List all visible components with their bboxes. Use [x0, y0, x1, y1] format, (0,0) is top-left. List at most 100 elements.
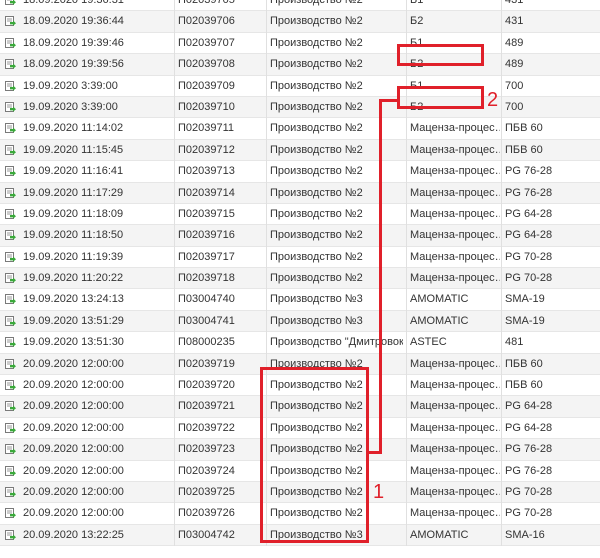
- grade-cell: PG 70-28: [505, 272, 553, 285]
- number-cell: П02039712: [178, 143, 235, 156]
- table-row[interactable]: 19.09.2020 11:16:41 П02039713 Производство…: [0, 161, 600, 183]
- grade-cell: PG 64-28: [505, 421, 553, 434]
- number-cell: П02039715: [178, 207, 235, 220]
- document-arrow-icon: [4, 204, 18, 225]
- annotation-box-production: [260, 367, 369, 543]
- table-row[interactable]: 18.09.2020 19:39:46 П02039707 Производство…: [0, 33, 600, 55]
- date-cell: 19.09.2020 11:18:09: [23, 207, 124, 220]
- date-cell: 19.09.2020 11:17:29: [23, 186, 124, 199]
- production-cell: Производство №2: [270, 0, 363, 6]
- number-cell: П02039706: [178, 15, 235, 28]
- grade-cell: 489: [505, 58, 524, 71]
- table-row[interactable]: 18.09.2020 19:39:56 П02039708 Производство…: [0, 54, 600, 76]
- grade-cell: SMA-19: [505, 293, 545, 306]
- grade-cell: PG 70-28: [505, 507, 553, 520]
- document-arrow-icon: [4, 268, 18, 289]
- grade-cell: PG 76-28: [505, 165, 553, 178]
- table-row[interactable]: 18.09.2020 19:36:31 П02039705 Производство…: [0, 0, 600, 12]
- table-row[interactable]: 19.09.2020 13:51:30 П08000235 Производство…: [0, 332, 600, 354]
- table-row[interactable]: 19.09.2020 11:15:45 П02039712 Производство…: [0, 139, 600, 162]
- table-row[interactable]: 19.09.2020 11:20:22 П02039718 Производство…: [0, 268, 600, 290]
- grade-cell: PG 64-28: [505, 400, 553, 413]
- grade-cell: 431: [505, 15, 524, 28]
- grade-cell: ПБВ 60: [505, 357, 543, 370]
- production-cell: Производство №2: [270, 229, 363, 242]
- date-cell: 18.09.2020 19:36:44: [23, 15, 124, 28]
- annotation-connector-top: [379, 99, 400, 102]
- table-row[interactable]: 18.09.2020 19:36:44 П02039706 Производство…: [0, 11, 600, 33]
- type-cell: Маценза-процес…: [410, 421, 500, 434]
- date-cell: 19.09.2020 11:18:50: [23, 229, 124, 242]
- document-arrow-icon: [4, 140, 18, 161]
- column-divider: [406, 0, 407, 547]
- table-row[interactable]: 19.09.2020 3:39:00 П02039710 Производство …: [0, 96, 600, 119]
- date-cell: 19.09.2020 13:51:29: [23, 314, 124, 327]
- table-row[interactable]: 19.09.2020 13:51:29 П03004741 Производство…: [0, 310, 600, 333]
- grade-cell: 700: [505, 79, 524, 92]
- date-cell: 20.09.2020 12:00:00: [23, 400, 124, 413]
- document-arrow-icon: [4, 0, 18, 11]
- grade-cell: 481: [505, 336, 524, 349]
- production-cell: Производство "Дмитровок…: [270, 336, 403, 349]
- number-cell: П02039714: [178, 186, 235, 199]
- document-arrow-icon: [4, 97, 18, 118]
- type-cell: Маценза-процес…: [410, 464, 500, 477]
- table-row[interactable]: 19.09.2020 11:17:29 П02039714 Производство…: [0, 182, 600, 204]
- type-cell: Маценза-процес…: [410, 507, 500, 520]
- document-arrow-icon: [4, 225, 18, 246]
- production-cell: Производство №3: [270, 293, 363, 306]
- number-cell: П03004740: [178, 293, 235, 306]
- table-row[interactable]: 19.09.2020 11:18:50 П02039716 Производство…: [0, 225, 600, 247]
- table-row[interactable]: 19.09.2020 11:19:39 П02039717 Производство…: [0, 247, 600, 269]
- number-cell: П02039707: [178, 36, 235, 49]
- type-cell: AMOMATIC: [410, 528, 469, 541]
- type-cell: Маценза-процес…: [410, 400, 500, 413]
- production-cell: Производство №2: [270, 186, 363, 199]
- date-cell: 19.09.2020 3:39:00: [23, 100, 118, 113]
- type-cell: Маценза-процес…: [410, 186, 500, 199]
- document-arrow-icon: [4, 354, 18, 375]
- date-cell: 20.09.2020 12:00:00: [23, 443, 124, 456]
- document-arrow-icon: [4, 311, 18, 332]
- document-arrow-icon: [4, 11, 18, 32]
- production-cell: Производство №2: [270, 36, 363, 49]
- annotation-connector-vertical: [379, 99, 382, 453]
- type-cell: AMOMATIC: [410, 293, 469, 306]
- date-cell: 18.09.2020 19:39:46: [23, 36, 124, 49]
- grade-cell: 489: [505, 36, 524, 49]
- date-cell: 19.09.2020 11:16:41: [23, 165, 124, 178]
- number-cell: П02039705: [178, 0, 235, 6]
- grade-cell: PG 64-28: [505, 207, 553, 220]
- type-cell: AMOMATIC: [410, 314, 469, 327]
- grade-cell: PG 70-28: [505, 250, 553, 263]
- number-cell: П02039726: [178, 507, 235, 520]
- production-cell: Производство №2: [270, 143, 363, 156]
- grade-cell: PG 64-28: [505, 229, 553, 242]
- document-arrow-icon: [4, 118, 18, 139]
- number-cell: П02039713: [178, 165, 235, 178]
- date-cell: 20.09.2020 13:22:25: [23, 528, 124, 541]
- date-cell: 19.09.2020 11:14:02: [23, 122, 124, 135]
- grade-cell: PG 76-28: [505, 186, 553, 199]
- type-cell: Маценза-процес…: [410, 143, 500, 156]
- grade-cell: 431: [505, 0, 524, 6]
- number-cell: П02039717: [178, 250, 235, 263]
- grade-cell: SMA-19: [505, 314, 545, 327]
- production-cell: Производство №2: [270, 122, 363, 135]
- document-arrow-icon: [4, 375, 18, 396]
- document-arrow-icon: [4, 183, 18, 204]
- date-cell: 20.09.2020 12:00:00: [23, 464, 124, 477]
- table-row[interactable]: 19.09.2020 13:24:13 П03004740 Производство…: [0, 289, 600, 311]
- production-cell: Производство №2: [270, 58, 363, 71]
- grade-cell: ПБВ 60: [505, 379, 543, 392]
- type-cell: Маценза-процес…: [410, 357, 500, 370]
- annotation-connector-bottom: [367, 451, 382, 454]
- production-cell: Производство №2: [270, 79, 363, 92]
- number-cell: П03004741: [178, 314, 235, 327]
- type-cell: Маценза-процес…: [410, 207, 500, 220]
- table-row[interactable]: 19.09.2020 11:14:02 П02039711 Производство…: [0, 118, 600, 140]
- number-cell: П02039716: [178, 229, 235, 242]
- number-cell: П02039720: [178, 379, 235, 392]
- table-row[interactable]: 19.09.2020 11:18:09 П02039715 Производство…: [0, 204, 600, 226]
- table-row[interactable]: 19.09.2020 3:39:00 П02039709 Производство …: [0, 76, 600, 97]
